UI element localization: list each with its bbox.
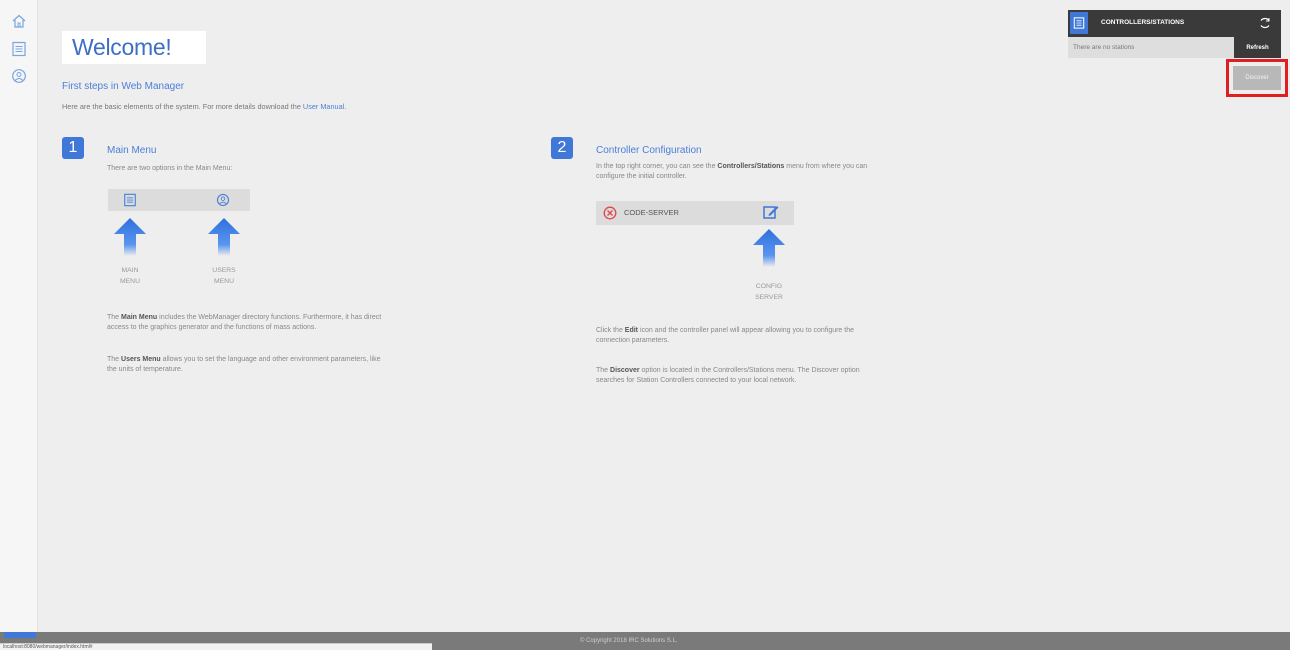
- user-menu-icon[interactable]: [10, 67, 28, 85]
- caption-line: USERS: [212, 267, 236, 274]
- status-bar-url: localhost:8080/webmanager/index.html#: [0, 643, 432, 650]
- footer-accent: [4, 632, 36, 638]
- step-badge-1: 1: [62, 137, 84, 159]
- bold-term: Users Menu: [121, 356, 161, 363]
- section-title-controller-config: Controller Configuration: [596, 145, 702, 156]
- text: menu from where you can: [784, 163, 868, 170]
- discover-description: The Discover option is located in the Co…: [596, 366, 860, 386]
- arrow-caption-users-menu: USERS MENU: [194, 265, 254, 287]
- edit-description: Click the Edit icon and the controller p…: [596, 326, 854, 346]
- no-stations-text: There are no stations: [1073, 44, 1135, 51]
- text: The: [107, 314, 122, 321]
- arrow-caption-main-menu: MAIN MENU: [100, 265, 160, 287]
- controller-name: CODE-SERVER: [624, 208, 679, 217]
- text: configure the initial controller.: [596, 173, 687, 180]
- text: the units of temperature.: [107, 366, 183, 373]
- refresh-button[interactable]: Refresh: [1234, 37, 1281, 58]
- list-icon[interactable]: [1070, 12, 1088, 34]
- welcome-box: Welcome!: [62, 31, 206, 64]
- user-manual-link[interactable]: User Manual: [303, 102, 344, 111]
- text: The: [596, 367, 611, 374]
- text: In the top right corner, you can see the: [596, 163, 718, 170]
- main-menu-icon[interactable]: [10, 40, 28, 58]
- controllers-panel-title: CONTROLLERS/STATIONS: [1101, 19, 1185, 26]
- users-menu-description: The Users Menu allows you to set the lan…: [107, 355, 381, 375]
- page-title: Welcome!: [72, 34, 172, 60]
- bold-term: Controllers/Stations: [717, 163, 785, 170]
- section-subtitle-controller-config: In the top right corner, you can see the…: [596, 162, 867, 182]
- text: icon and the controller panel will appea…: [638, 327, 854, 334]
- bold-term: Discover: [610, 367, 640, 374]
- caption-line: MENU: [213, 278, 234, 285]
- bold-term: Main Menu: [121, 314, 158, 321]
- home-icon[interactable]: [10, 12, 28, 30]
- text: includes the WebManager directory functi…: [157, 314, 382, 321]
- caption-line: MAIN: [121, 267, 139, 274]
- step-badge-2: 2: [551, 137, 573, 159]
- caption-line: CONFIG: [755, 283, 783, 290]
- arrow-caption-config-server: CONFIG SERVER: [739, 281, 799, 303]
- arrow-up-icon: [206, 216, 242, 256]
- intro-text-body: Here are the basic elements of the syste…: [62, 102, 301, 111]
- text: The: [107, 356, 122, 363]
- discover-button[interactable]: Discover: [1233, 66, 1281, 90]
- caption-line: MENU: [119, 278, 140, 285]
- bold-term: Edit: [624, 327, 639, 334]
- text: Click the: [596, 327, 625, 334]
- text: option is located in the Controllers/Sta…: [639, 367, 860, 374]
- arrow-up-icon: [112, 216, 148, 256]
- text: searches for Station Controllers connect…: [596, 377, 797, 384]
- arrow-up-icon: [751, 227, 787, 267]
- caption-line: SERVER: [755, 294, 783, 301]
- users-menu-icon: [215, 192, 231, 208]
- close-circle-icon: [603, 206, 617, 220]
- section-subtitle-main-menu: There are two options in the Main Menu:: [107, 165, 233, 172]
- text: access to the graphics generator and the…: [107, 324, 317, 331]
- refresh-icon[interactable]: [1258, 16, 1272, 30]
- main-menu-description: The Main Menu includes the WebManager di…: [107, 313, 381, 333]
- intro-text: Here are the basic elements of the syste…: [62, 102, 346, 111]
- text: allows you to set the language and other…: [160, 356, 381, 363]
- first-steps-heading: First steps in Web Manager: [62, 81, 185, 92]
- left-nav-rail: [0, 0, 38, 632]
- main-menu-icon: [122, 192, 138, 208]
- edit-icon: [762, 203, 780, 221]
- text: connection parameters.: [596, 337, 670, 344]
- section-title-main-menu: Main Menu: [107, 145, 157, 156]
- copyright-text: © Copyright 2018 IRC Solutions S.L.: [580, 638, 678, 644]
- intro-text-end: .: [344, 102, 347, 111]
